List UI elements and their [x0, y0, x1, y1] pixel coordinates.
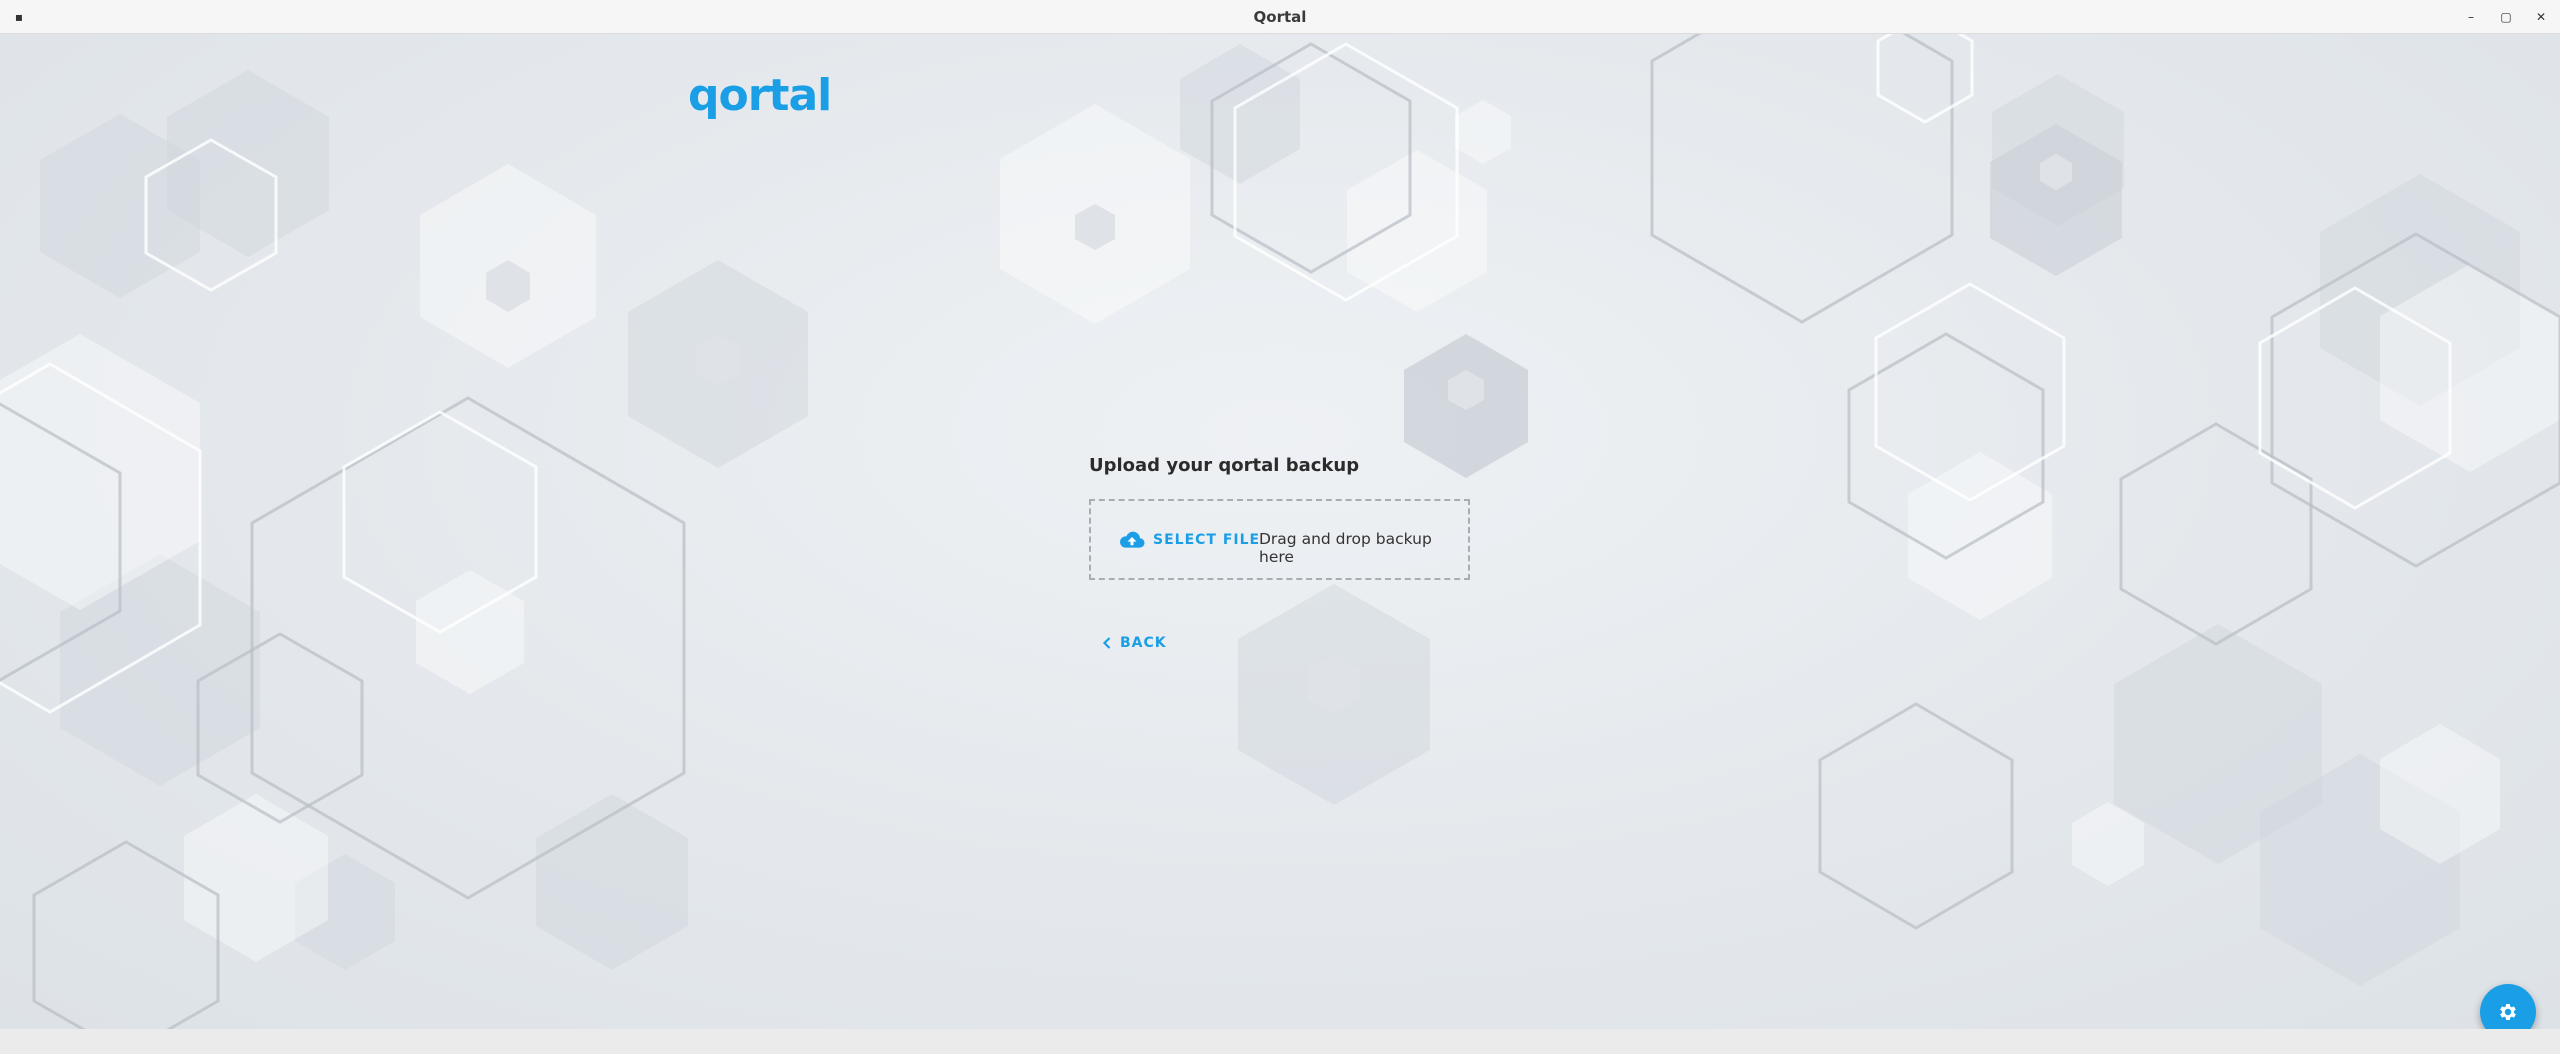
- minimize-button[interactable]: –: [2462, 8, 2480, 26]
- qortal-logo: qortal: [688, 70, 832, 121]
- maximize-button[interactable]: ▢: [2497, 8, 2515, 26]
- back-button[interactable]: BACK: [1100, 630, 1167, 656]
- cloud-upload-icon: [1120, 531, 1145, 548]
- gear-icon: [2500, 1004, 2516, 1020]
- page-title: Upload your qortal backup: [1089, 455, 1360, 476]
- back-label: BACK: [1120, 635, 1167, 651]
- select-file-button[interactable]: SELECT FILE: [1119, 526, 1260, 554]
- select-file-label: SELECT FILE: [1153, 532, 1261, 548]
- backup-dropzone[interactable]: SELECT FILE Drag and drop backup here: [1089, 499, 1470, 580]
- bottom-strip: [0, 1029, 2560, 1054]
- close-button[interactable]: ✕: [2532, 8, 2550, 26]
- window-title: Qortal: [1253, 8, 1307, 26]
- drop-hint-text: Drag and drop backup here: [1259, 530, 1432, 566]
- window-titlebar: ▪ Qortal – ▢ ✕: [0, 0, 2560, 34]
- main-canvas: qortal Upload your qortal backup SELECT …: [0, 34, 2560, 1029]
- chevron-left-icon: [1102, 637, 1111, 649]
